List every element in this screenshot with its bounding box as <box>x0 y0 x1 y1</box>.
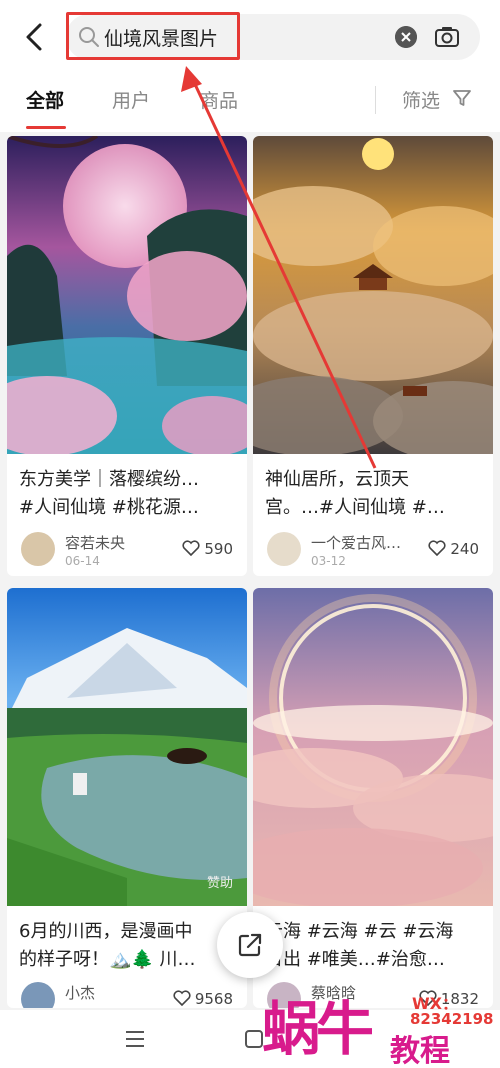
post-card[interactable]: 东方美学｜落樱缤纷… #人间仙境 #桃花源… 容若未央 06-14 590 <box>7 136 247 576</box>
post-card[interactable]: 神仙居所，云顶天 宫。…#人间仙境 #… 一个爱古风… 03-12 240 <box>253 136 493 576</box>
result-tabs: 全部 用户 商品 筛选 <box>0 78 500 132</box>
post-image[interactable] <box>7 588 247 906</box>
post-title-line: 日出 #唯美…#治愈… <box>265 949 445 970</box>
menu-icon[interactable] <box>124 1030 146 1048</box>
back-arrow-icon[interactable] <box>22 22 46 52</box>
like-count-value: 590 <box>204 540 233 558</box>
annotation-highlight-box <box>66 12 240 60</box>
heart-icon <box>428 540 446 556</box>
post-title-line: #人间仙境 #桃花源… <box>19 497 199 518</box>
post-title[interactable]: 云海 #云海 #云 #云海 日出 #唯美…#治愈… <box>265 918 485 974</box>
like-count[interactable]: 9568 <box>173 990 233 1008</box>
post-title-line: 的样子呀！🏔️🌲 川… <box>19 949 196 970</box>
post-title[interactable]: 东方美学｜落樱缤纷… #人间仙境 #桃花源… <box>19 466 239 522</box>
tab-products[interactable]: 商品 <box>200 86 238 113</box>
post-title-line: 云海 #云海 #云 #云海 <box>265 921 454 942</box>
watermark-text: 蜗牛 <box>262 995 374 1063</box>
filter-icon[interactable] <box>452 88 472 108</box>
like-count-value: 9568 <box>194 990 233 1008</box>
clear-icon[interactable] <box>395 26 417 48</box>
share-icon <box>238 933 262 957</box>
author-name[interactable]: 小杰 <box>65 982 95 1003</box>
heart-icon <box>182 540 200 556</box>
post-image[interactable] <box>253 588 493 906</box>
post-title-line: 宫。…#人间仙境 #… <box>265 497 445 518</box>
search-header: 仙境风景图片 <box>0 0 500 78</box>
share-button[interactable] <box>217 912 283 978</box>
like-count[interactable]: 240 <box>428 540 479 558</box>
active-tab-indicator <box>26 126 66 129</box>
heart-icon <box>173 990 191 1006</box>
post-title-line: 6月的川西，是漫画中 <box>19 921 193 942</box>
post-card[interactable]: 云海 #云海 #云 #云海 日出 #唯美…#治愈… 蔡晗晗 1832 <box>253 588 493 1008</box>
tab-all[interactable]: 全部 <box>26 86 64 113</box>
avatar[interactable] <box>21 532 55 566</box>
author-name[interactable]: 一个爱古风… <box>311 532 401 553</box>
watermark-logo: 蜗牛 WX： 82342198 教程 <box>262 976 498 1068</box>
post-title[interactable]: 神仙居所，云顶天 宫。…#人间仙境 #… <box>265 466 485 522</box>
avatar[interactable] <box>21 982 55 1008</box>
post-image[interactable] <box>253 136 493 454</box>
post-date: 06-14 <box>65 554 100 568</box>
filter-button[interactable]: 筛选 <box>402 86 440 113</box>
post-card[interactable]: 赞助 6月的川西，是漫画中 的样子呀！🏔️🌲 川… 小杰 9568 <box>7 588 247 1008</box>
author-name[interactable]: 容若未央 <box>65 532 125 553</box>
post-title[interactable]: 6月的川西，是漫画中 的样子呀！🏔️🌲 川… <box>19 918 239 974</box>
avatar[interactable] <box>267 532 301 566</box>
post-date: 03-12 <box>311 554 346 568</box>
post-image[interactable] <box>7 136 247 454</box>
like-count[interactable]: 590 <box>182 540 233 558</box>
tab-divider <box>375 86 376 114</box>
watermark-subtext: 教程 <box>390 1034 450 1068</box>
post-title-line: 神仙居所，云顶天 <box>265 469 409 490</box>
tab-users[interactable]: 用户 <box>112 86 150 113</box>
post-title-line: 东方美学｜落樱缤纷… <box>19 469 199 490</box>
home-icon[interactable] <box>245 1030 263 1048</box>
like-count-value: 240 <box>450 540 479 558</box>
camera-icon[interactable] <box>434 24 460 50</box>
